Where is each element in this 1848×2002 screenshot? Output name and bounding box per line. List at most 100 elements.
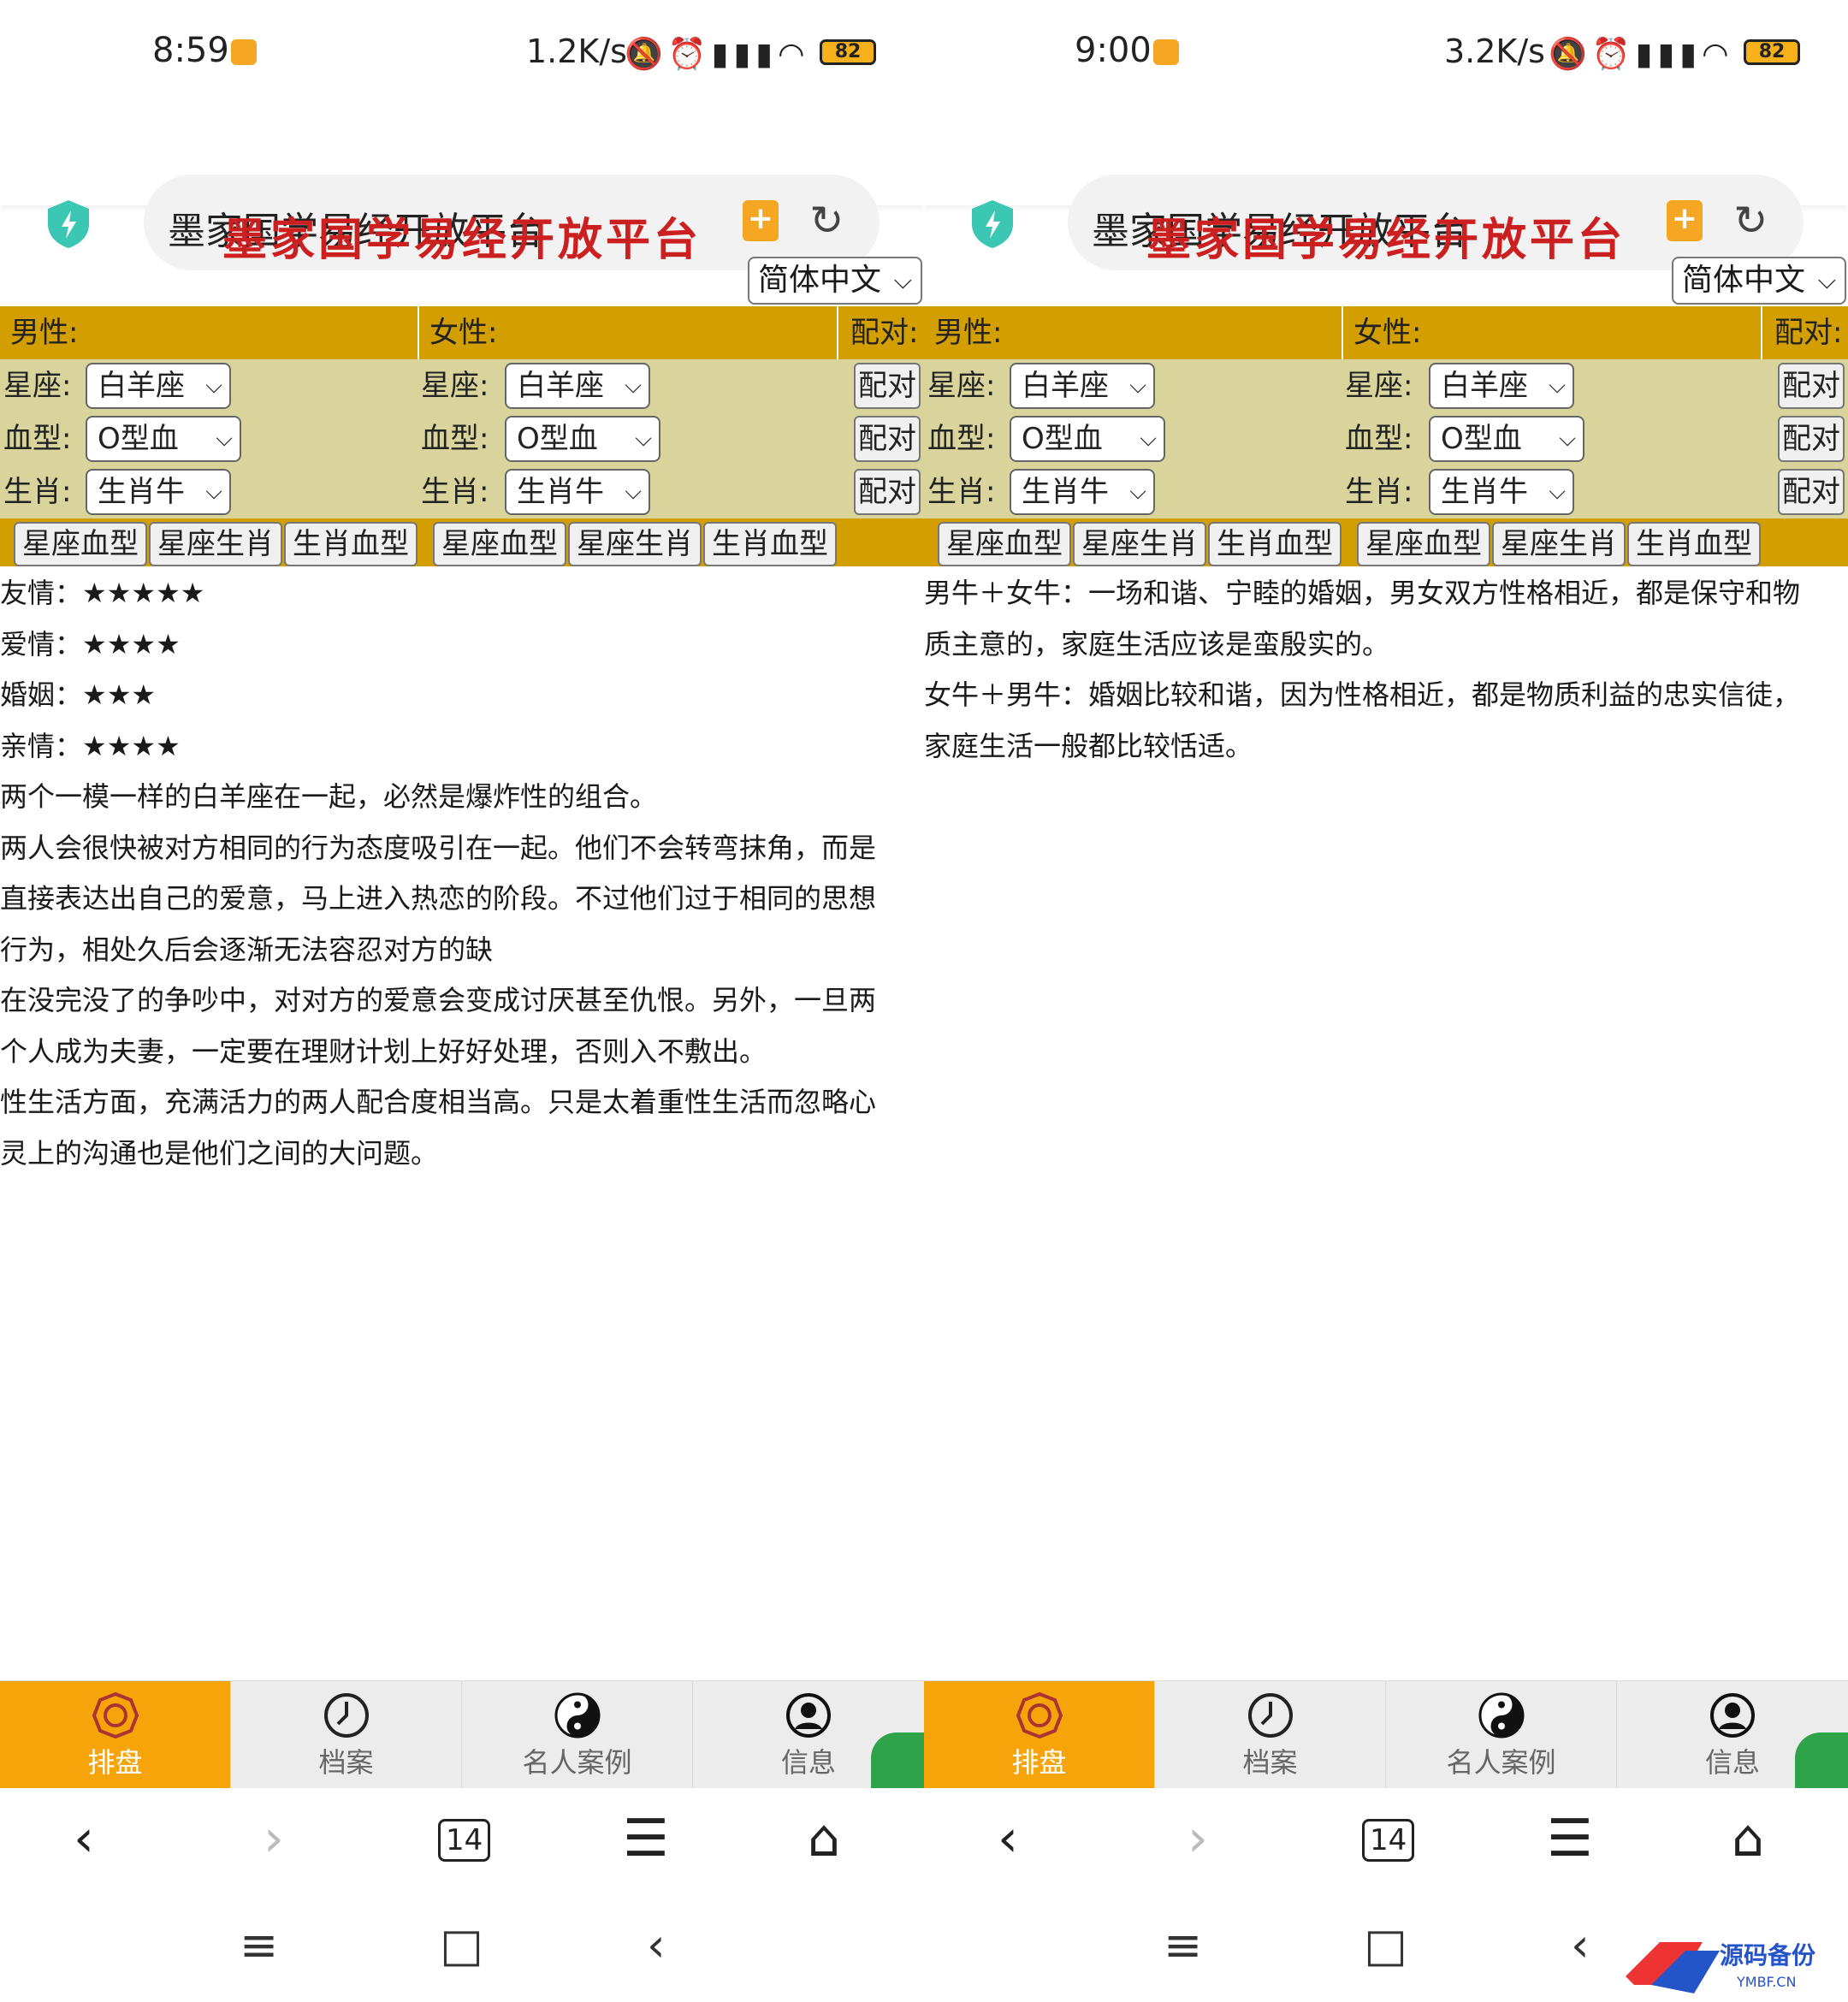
male-bloodtype-select[interactable]: O型血 ⌵ bbox=[1010, 416, 1165, 462]
pair-button[interactable]: 配对 bbox=[854, 469, 921, 515]
nav-celebrity-cases[interactable]: 名人案例 bbox=[1386, 1681, 1617, 1789]
language-value: 简体中文 bbox=[1682, 263, 1806, 298]
nav-label: 名人案例 bbox=[522, 1746, 632, 1779]
screenshot-left: 8:59 1.2K/s 🔕⏰▮▮▮◠ 82 墨家国学易经开放平台 + ↻ 墨家国… bbox=[0, 0, 924, 2002]
tab-button-row: 星座血型 星座生肖 生肖血型 星座血型 星座生肖 生肖血型 bbox=[924, 518, 1848, 566]
back-icon[interactable]: ‹ bbox=[1571, 1918, 1590, 1972]
pair-header: 配对: bbox=[838, 306, 924, 359]
language-select[interactable]: 简体中文 ⌵ bbox=[1672, 257, 1846, 305]
result-text: 男牛＋女牛：一场和谐、宁睦的婚姻，男女双方性格相近，都是保守和物 bbox=[924, 577, 1801, 609]
female-zodiac-select[interactable]: 生肖牛 ⌵ bbox=[505, 469, 650, 515]
row-label: 星座: bbox=[3, 369, 72, 403]
row-label: 生肖: bbox=[3, 475, 72, 509]
female-bloodtype-select[interactable]: O型血 ⌵ bbox=[505, 416, 660, 462]
home-square-icon[interactable]: □ bbox=[1364, 1918, 1407, 1972]
tab-zodiac-blood[interactable]: 生肖血型 bbox=[1627, 522, 1761, 566]
nav-label: 档案 bbox=[1242, 1746, 1298, 1779]
yin-yang-icon bbox=[1478, 1692, 1524, 1738]
female-zodiac-select[interactable]: 生肖牛 ⌵ bbox=[1429, 469, 1574, 515]
browser-bar: 墨家国学易经开放平台 + ↻ bbox=[924, 86, 1848, 270]
female-header: 女性: bbox=[1343, 306, 1761, 359]
chevron-down-icon: ⌵ bbox=[625, 479, 642, 505]
tabs-count-icon[interactable]: 14 bbox=[1362, 1819, 1415, 1862]
male-zodiac-select[interactable]: 生肖牛 ⌵ bbox=[86, 469, 231, 515]
nav-archive[interactable]: 档案 bbox=[1155, 1681, 1386, 1789]
back-icon[interactable]: ‹ bbox=[998, 1809, 1018, 1869]
tab-constellation-zodiac[interactable]: 星座生肖 bbox=[568, 522, 702, 566]
tab-constellation-blood[interactable]: 星座血型 bbox=[1357, 522, 1490, 566]
result-content: 友情：★★★★★ 爱情：★★★★ 婚姻：★★★ 亲情：★★★★ 两个一模一样的白… bbox=[0, 568, 924, 1179]
nav-paipan[interactable]: 排盘 bbox=[0, 1681, 231, 1789]
menu-icon[interactable]: ☰ bbox=[1547, 1809, 1593, 1869]
chevron-down-icon: ⌵ bbox=[1129, 373, 1146, 399]
select-value: O型血 bbox=[517, 422, 598, 456]
battery-icon: 82 bbox=[1744, 39, 1800, 65]
tab-constellation-zodiac[interactable]: 星座生肖 bbox=[1492, 522, 1626, 566]
tab-constellation-zodiac[interactable]: 星座生肖 bbox=[1073, 522, 1206, 566]
chevron-down-icon: ⌵ bbox=[893, 266, 912, 294]
tab-constellation-blood[interactable]: 星座血型 bbox=[433, 522, 566, 566]
female-constellation-select[interactable]: 白羊座 ⌵ bbox=[1429, 363, 1574, 409]
pair-button[interactable]: 配对 bbox=[1778, 469, 1845, 515]
notification-icon bbox=[231, 39, 257, 65]
home-square-icon[interactable]: □ bbox=[440, 1918, 483, 1972]
recents-icon[interactable]: ≡ bbox=[240, 1918, 278, 1972]
svg-text:源码备份: 源码备份 bbox=[1720, 1941, 1815, 1969]
watermark-logo-icon: 源码备份 YMBF.CN bbox=[1626, 1941, 1815, 1993]
network-speed: 1.2K/s bbox=[526, 33, 627, 70]
male-constellation-select[interactable]: 白羊座 ⌵ bbox=[1010, 363, 1155, 409]
home-icon[interactable]: ⌂ bbox=[1732, 1809, 1764, 1869]
tabs-count-icon[interactable]: 14 bbox=[438, 1819, 491, 1862]
forward-icon[interactable]: › bbox=[1188, 1809, 1208, 1869]
row-label: 生肖: bbox=[927, 475, 996, 509]
nav-paipan[interactable]: 排盘 bbox=[924, 1681, 1155, 1789]
home-icon[interactable]: ⌂ bbox=[808, 1809, 840, 1869]
tab-constellation-zodiac[interactable]: 星座生肖 bbox=[149, 522, 282, 566]
browser-bar: 墨家国学易经开放平台 + ↻ bbox=[0, 86, 924, 270]
female-bloodtype-select[interactable]: O型血 ⌵ bbox=[1429, 416, 1584, 462]
forward-icon[interactable]: › bbox=[264, 1809, 284, 1869]
chevron-down-icon: ⌵ bbox=[1129, 479, 1146, 505]
browser-nav: ‹ › 14 ☰ ⌂ bbox=[0, 1788, 924, 1894]
tab-zodiac-blood[interactable]: 生肖血型 bbox=[1208, 522, 1342, 566]
row-constellation: 星座: 白羊座 ⌵ 星座: 白羊座 ⌵ 配对 bbox=[924, 359, 1848, 412]
pair-button[interactable]: 配对 bbox=[854, 416, 921, 462]
clock-icon bbox=[1247, 1693, 1293, 1738]
pair-button[interactable]: 配对 bbox=[1778, 416, 1845, 462]
tab-zodiac-blood[interactable]: 生肖血型 bbox=[703, 522, 837, 566]
pair-button[interactable]: 配对 bbox=[1778, 363, 1845, 409]
language-select[interactable]: 简体中文 ⌵ bbox=[748, 257, 922, 305]
nav-celebrity-cases[interactable]: 名人案例 bbox=[462, 1681, 693, 1789]
pair-button[interactable]: 配对 bbox=[854, 363, 921, 409]
female-constellation-select[interactable]: 白羊座 ⌵ bbox=[505, 363, 650, 409]
select-value: 白羊座 bbox=[1441, 369, 1528, 403]
pairing-form: 男性: 女性: 配对: 星座: 白羊座 ⌵ 星座: 白羊座 ⌵ 配对 血型: O型血… bbox=[924, 306, 1848, 566]
row-label: 血型: bbox=[421, 422, 489, 456]
menu-icon[interactable]: ☰ bbox=[623, 1809, 669, 1869]
female-header: 女性: bbox=[419, 306, 837, 359]
chevron-down-icon: ⌵ bbox=[1559, 426, 1576, 452]
bagua-icon bbox=[92, 1691, 139, 1739]
nav-archive[interactable]: 档案 bbox=[231, 1681, 462, 1789]
male-bloodtype-select[interactable]: O型血 ⌵ bbox=[86, 416, 241, 462]
bagua-icon bbox=[1016, 1691, 1063, 1739]
male-header: 男性: bbox=[0, 306, 418, 359]
select-value: 白羊座 bbox=[517, 369, 604, 403]
tab-zodiac-blood[interactable]: 生肖血型 bbox=[284, 522, 418, 566]
tab-constellation-blood[interactable]: 星座血型 bbox=[14, 522, 147, 566]
back-icon[interactable]: ‹ bbox=[74, 1809, 94, 1869]
male-zodiac-select[interactable]: 生肖牛 ⌵ bbox=[1010, 469, 1155, 515]
row-zodiac: 生肖: 生肖牛 ⌵ 生肖: 生肖牛 ⌵ 配对 bbox=[924, 465, 1848, 518]
tab-constellation-blood[interactable]: 星座血型 bbox=[938, 522, 1071, 566]
result-text: 行为，相处久后会逐渐无法容忍对方的缺 bbox=[0, 933, 494, 966]
rating-marriage: 婚姻：★★★ bbox=[0, 678, 157, 711]
chevron-down-icon: ⌵ bbox=[625, 373, 642, 399]
back-icon[interactable]: ‹ bbox=[647, 1918, 666, 1972]
rating-family: 亲情：★★★★ bbox=[0, 729, 181, 762]
status-icons: 🔕⏰▮▮▮◠ bbox=[625, 37, 810, 72]
row-label: 血型: bbox=[1345, 422, 1413, 456]
recents-icon[interactable]: ≡ bbox=[1164, 1918, 1202, 1972]
row-zodiac: 生肖: 生肖牛 ⌵ 生肖: 生肖牛 ⌵ 配对 bbox=[0, 465, 924, 518]
security-badge-icon bbox=[1795, 1732, 1848, 1789]
male-constellation-select[interactable]: 白羊座 ⌵ bbox=[86, 363, 231, 409]
